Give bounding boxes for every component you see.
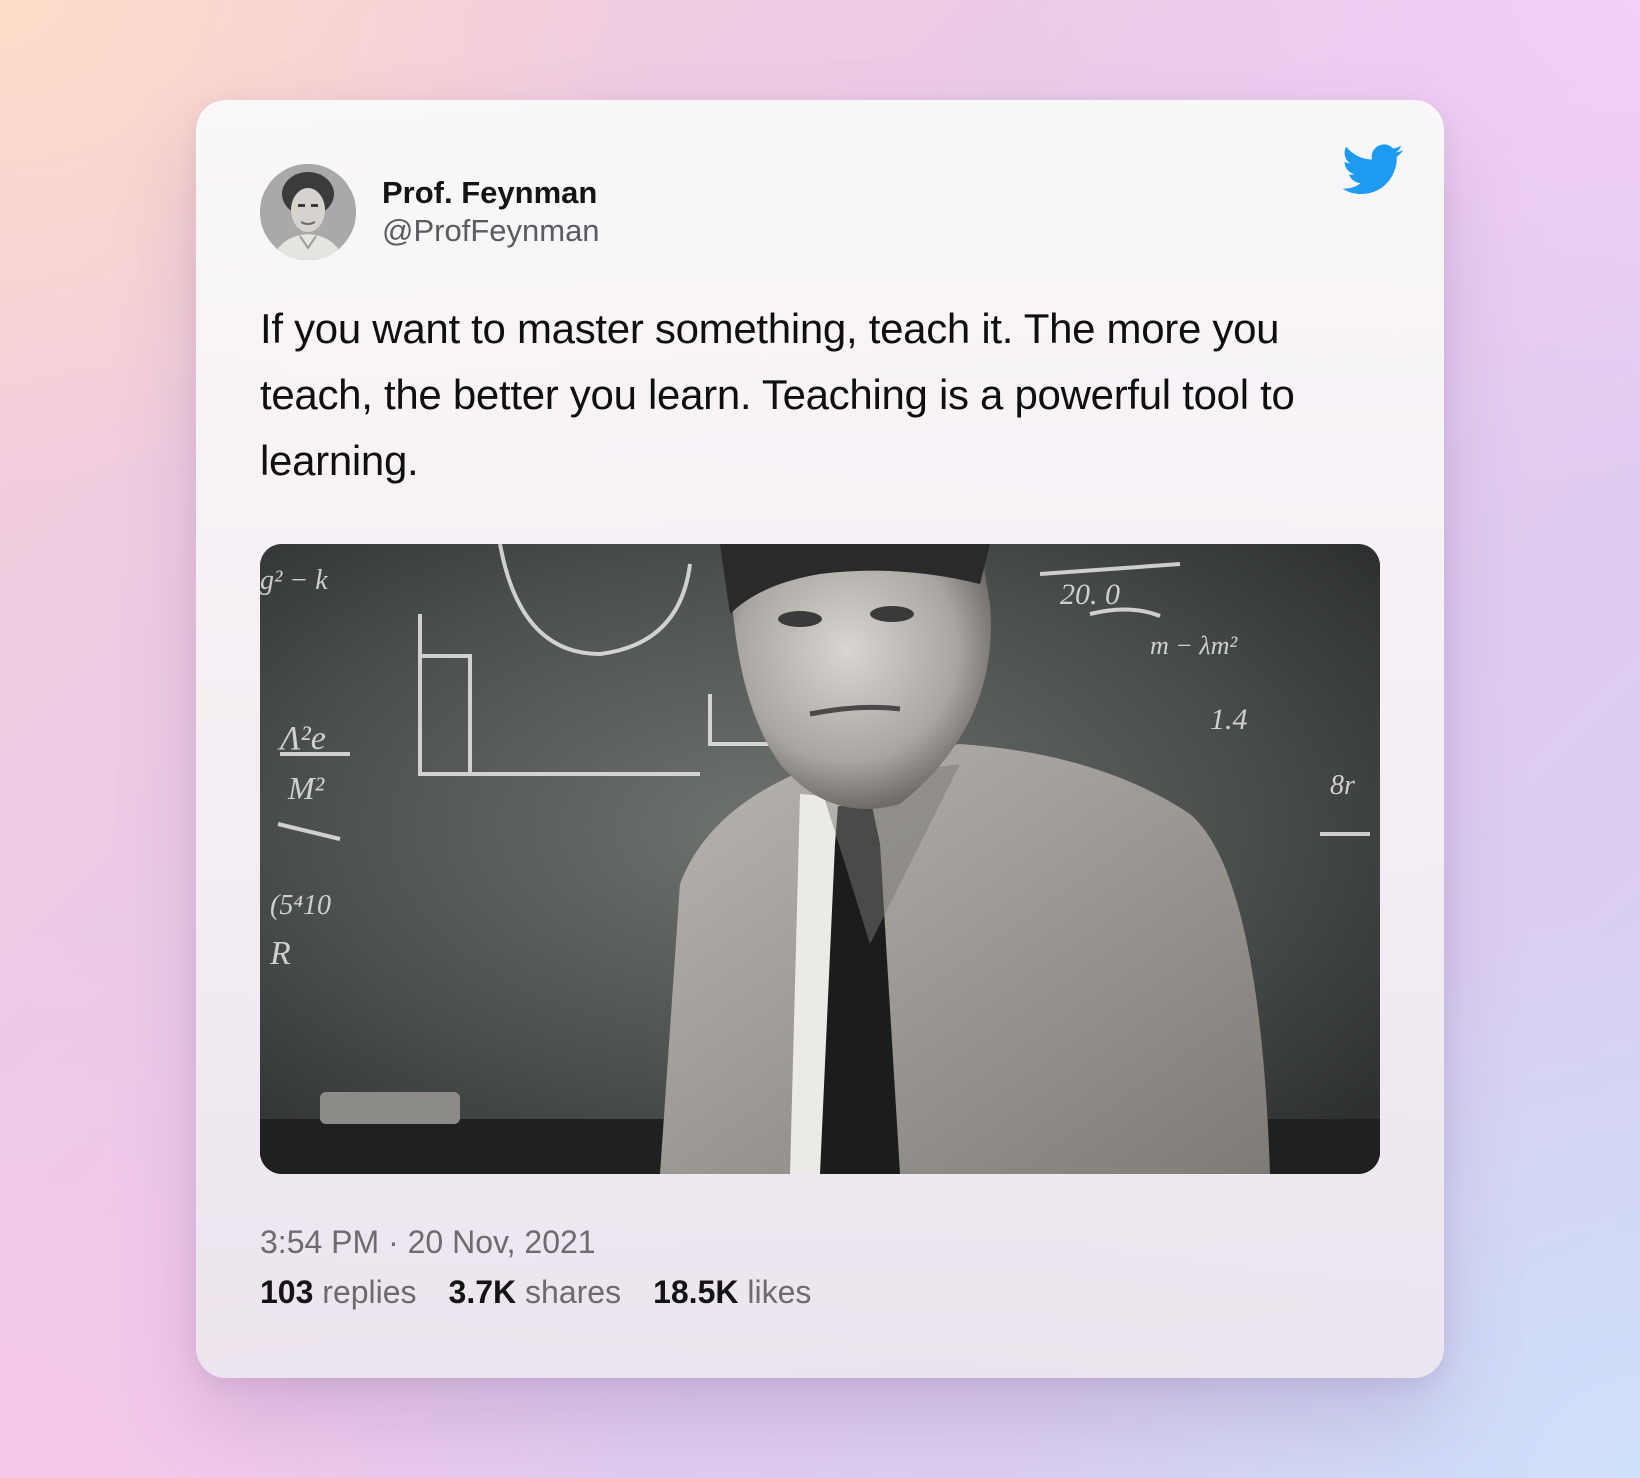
svg-text:g² − k: g² − k bbox=[260, 565, 328, 596]
tweet-photo[interactable]: Λ²e M² (5⁴10 R m² 20. 0 m − λm² 1.4 8r g… bbox=[260, 544, 1380, 1174]
stat-likes[interactable]: 18.5K likes bbox=[653, 1272, 811, 1312]
likes-count: 18.5K bbox=[653, 1274, 739, 1310]
author-names: Prof. Feynman @ProfFeynman bbox=[382, 174, 600, 250]
shares-label: shares bbox=[525, 1274, 622, 1310]
tweet-header: Prof. Feynman @ProfFeynman bbox=[260, 164, 600, 260]
svg-text:Λ²e: Λ²e bbox=[277, 720, 326, 757]
svg-text:20. 0: 20. 0 bbox=[1060, 578, 1120, 611]
stat-shares[interactable]: 3.7K shares bbox=[449, 1272, 622, 1312]
author-display-name[interactable]: Prof. Feynman bbox=[382, 174, 600, 212]
svg-text:1.4: 1.4 bbox=[1210, 703, 1248, 736]
likes-label: likes bbox=[747, 1274, 812, 1310]
svg-text:(5⁴10: (5⁴10 bbox=[270, 890, 331, 921]
author-handle[interactable]: @ProfFeynman bbox=[382, 212, 600, 250]
avatar[interactable] bbox=[260, 164, 356, 260]
svg-text:M²: M² bbox=[287, 770, 326, 806]
tweet-text: If you want to master something, teach i… bbox=[260, 305, 1295, 484]
replies-label: replies bbox=[322, 1274, 417, 1310]
svg-text:8r: 8r bbox=[1330, 770, 1355, 801]
stat-replies[interactable]: 103 replies bbox=[260, 1272, 417, 1312]
replies-count: 103 bbox=[260, 1274, 314, 1310]
svg-text:R: R bbox=[269, 935, 291, 972]
tweet-card: Prof. Feynman @ProfFeynman If you want t… bbox=[196, 100, 1444, 1378]
twitter-bird-icon bbox=[1342, 144, 1404, 196]
tweet-stats: 103 replies 3.7K shares 18.5K likes bbox=[260, 1272, 843, 1312]
svg-text:m − λm²: m − λm² bbox=[1150, 631, 1238, 660]
tweet-timestamp[interactable]: 3:54 PM · 20 Nov, 2021 bbox=[260, 1222, 596, 1262]
shares-count: 3.7K bbox=[448, 1274, 517, 1310]
